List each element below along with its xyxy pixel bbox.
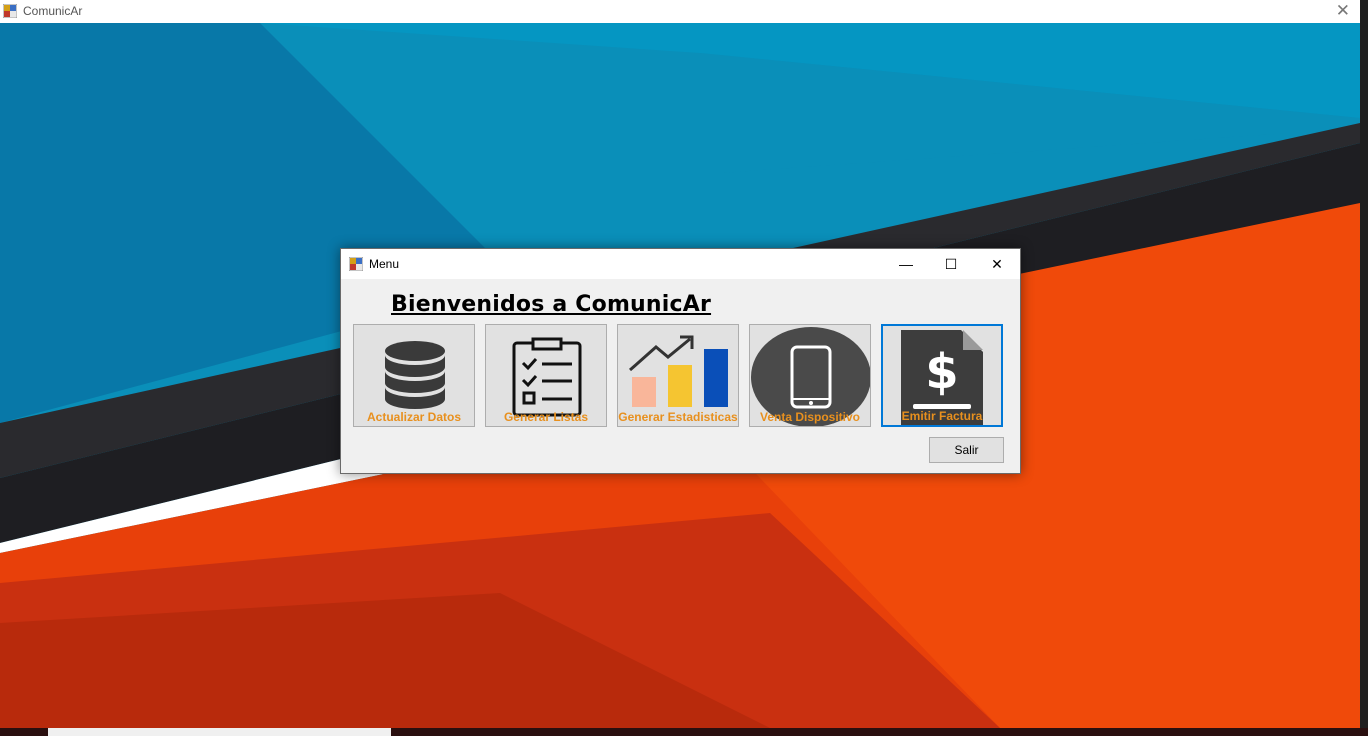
svg-text:$: $ [925,344,958,400]
main-titlebar: ComunicAr ✕ [0,0,1360,23]
dialog-titlebar: Menu — ☐ ✕ [341,249,1020,279]
tile-label: Generar Estadisticas [618,410,738,424]
app-icon [3,4,17,18]
actualizar-datos-button[interactable]: Actualizar Datos [353,324,475,427]
dialog-app-icon [349,257,363,271]
generar-listas-button[interactable]: Generar Listas [485,324,607,427]
salir-button[interactable]: Salir [929,437,1004,463]
tile-label: Generar Listas [503,410,589,424]
main-close-button[interactable]: ✕ [1336,2,1350,20]
tile-label: Emitir Factura [901,409,983,423]
screen-edge [1360,0,1368,736]
minimize-button[interactable]: — [883,249,929,279]
venta-dispositivo-button[interactable]: Venta Dispositivo [749,324,871,427]
taskbar [0,728,1368,736]
generar-estadisticas-button[interactable]: Generar Estadisticas [617,324,739,427]
welcome-heading: Bienvenidos a ComunicAr [391,292,712,317]
taskbar-search-box[interactable] [48,728,391,736]
menu-dialog: Menu — ☐ ✕ Bienvenidos a ComunicAr Actua… [340,248,1021,474]
maximize-button[interactable]: ☐ [928,249,974,279]
tile-label: Actualizar Datos [366,410,462,424]
window-title: ComunicAr [23,4,83,18]
dialog-title: Menu [369,257,400,271]
dialog-close-button[interactable]: ✕ [974,249,1020,279]
emitir-factura-button[interactable]: $ Emitir Factura [881,324,1003,427]
tile-label: Venta Dispositivo [759,410,861,424]
